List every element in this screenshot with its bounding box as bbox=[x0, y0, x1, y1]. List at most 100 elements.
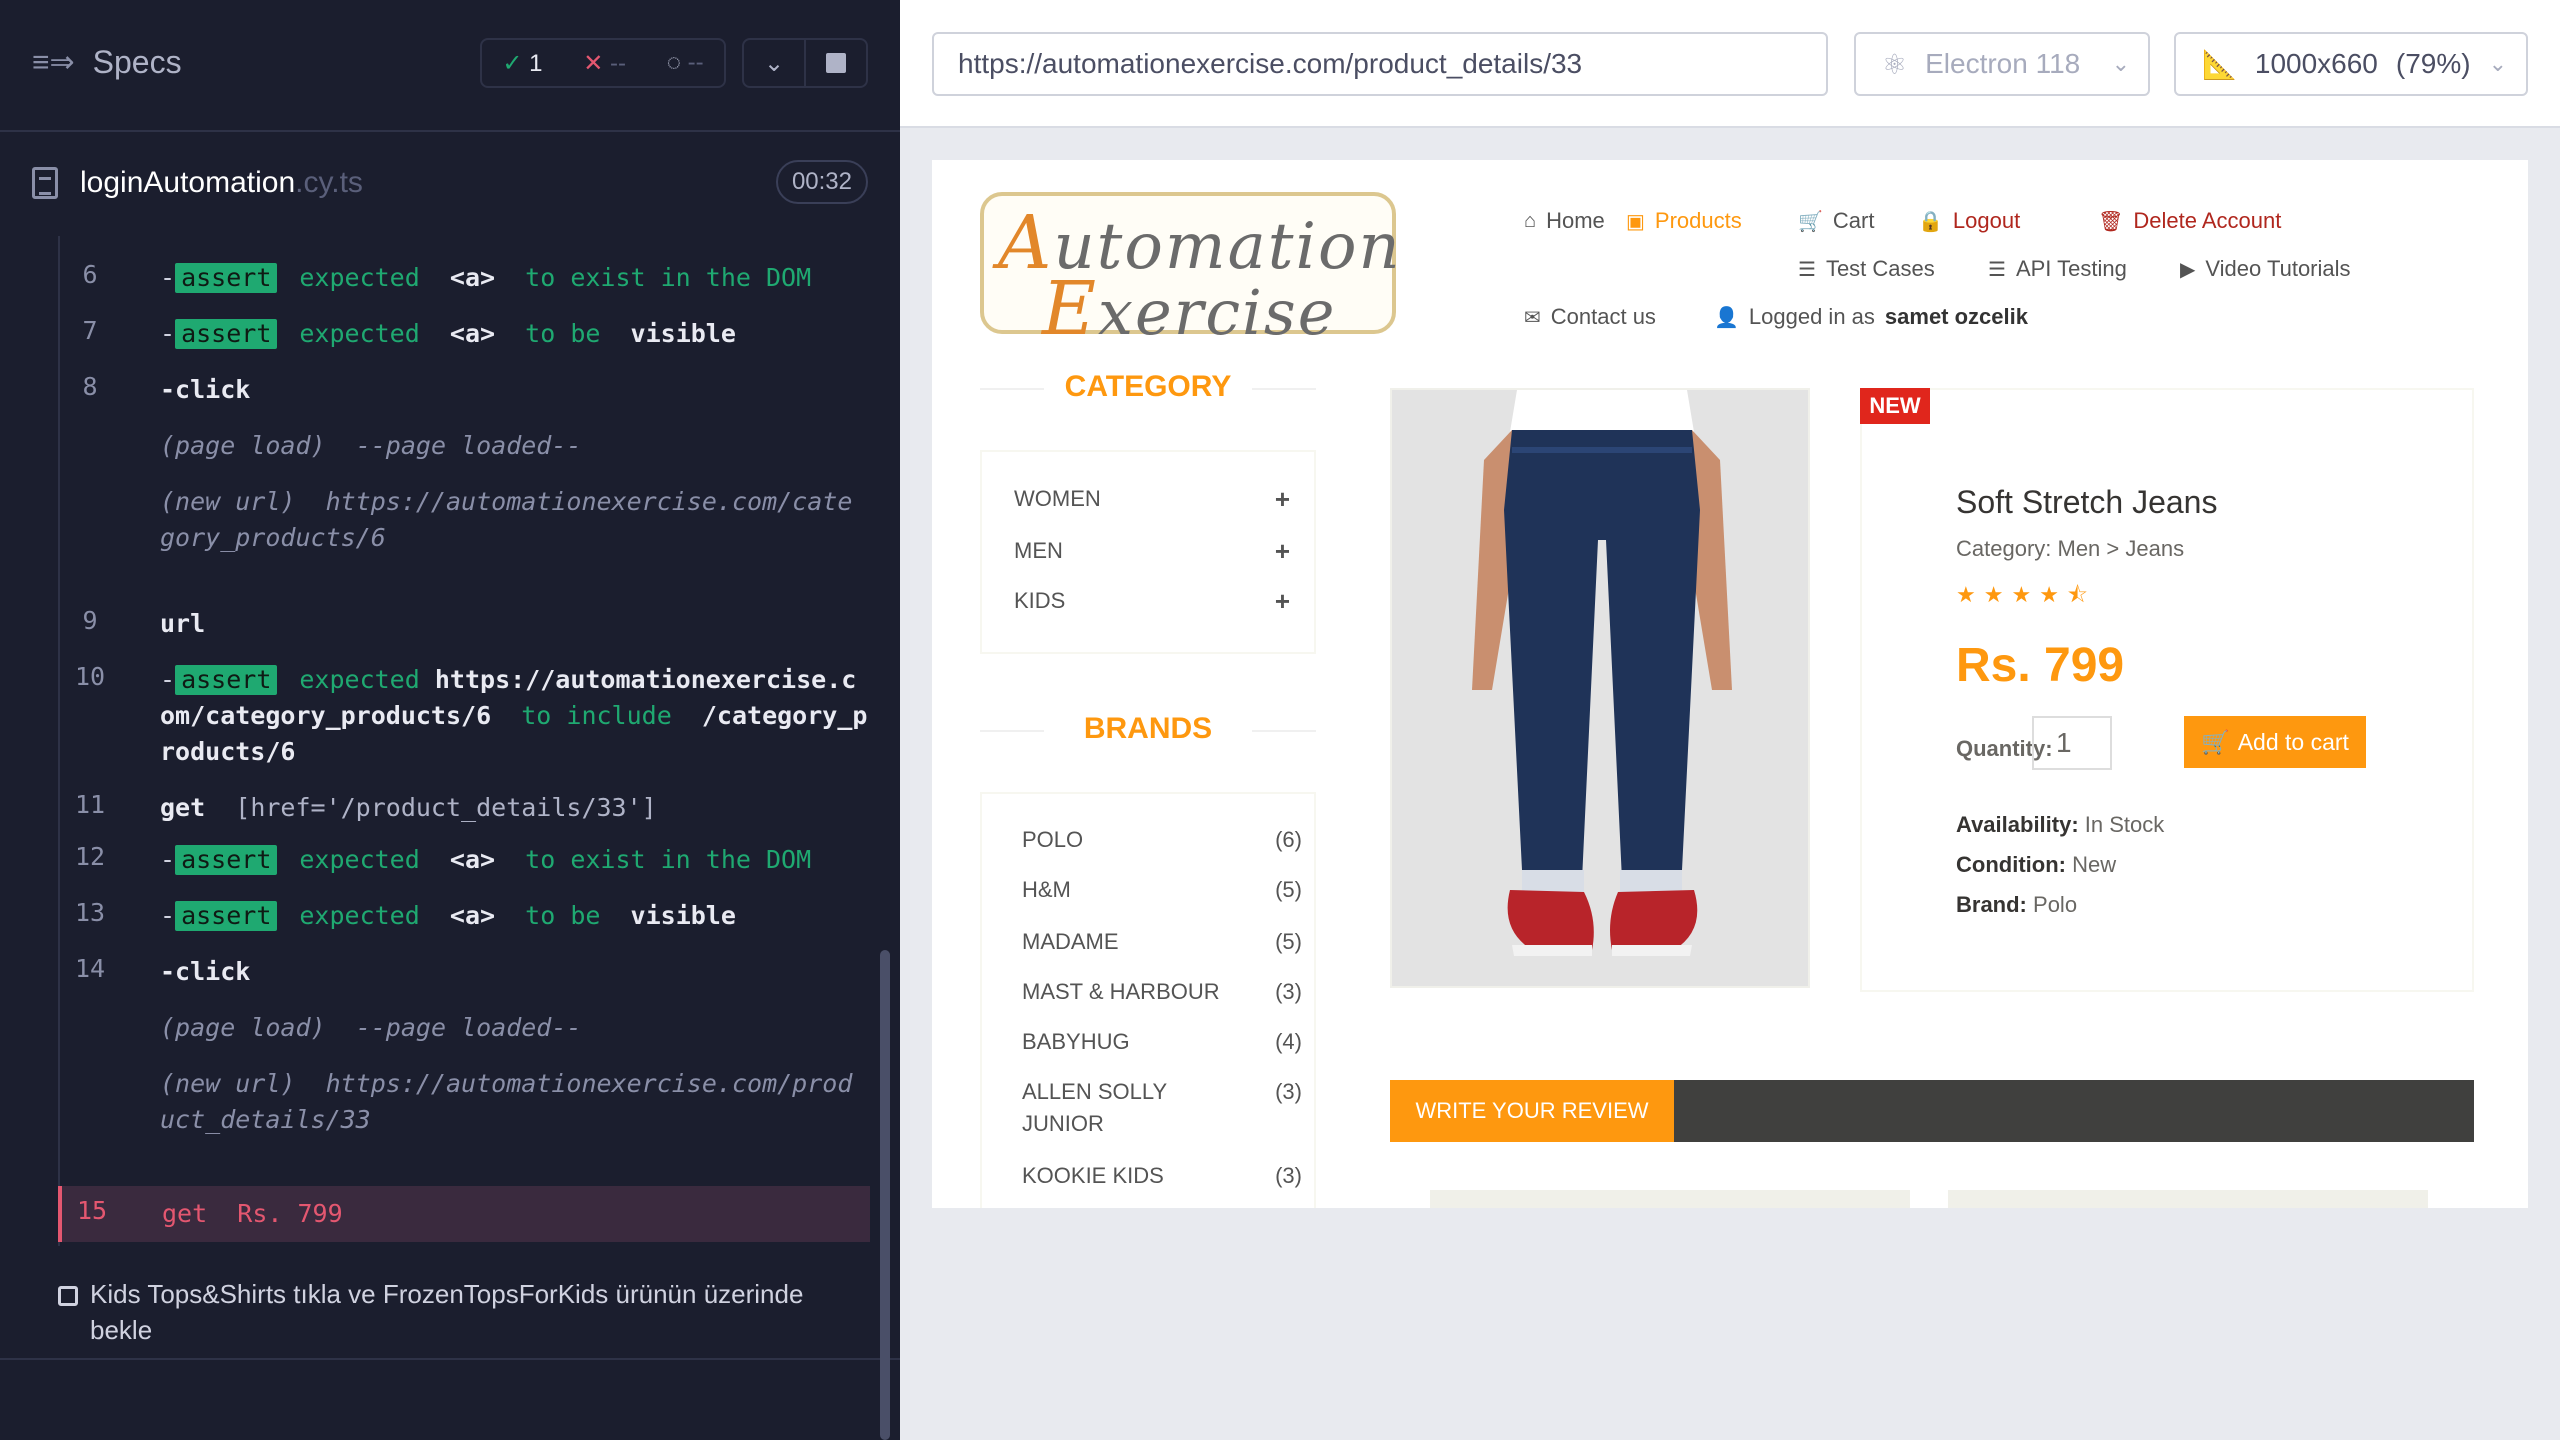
url-bar[interactable]: https://automationexercise.com/product_d… bbox=[932, 32, 1828, 96]
passed-stat: ✓ 1 bbox=[502, 49, 543, 77]
quantity-input[interactable]: 1 bbox=[2032, 716, 2112, 770]
nav-api-testing[interactable]: ☰ API Testing bbox=[1988, 256, 2127, 282]
star-icon: ★ bbox=[2039, 582, 2067, 607]
file-icon bbox=[32, 167, 58, 199]
cart-icon: 🛒 bbox=[1798, 210, 1823, 233]
assert-tag: assert bbox=[175, 665, 278, 695]
nav-test-cases[interactable]: ☰ Test Cases bbox=[1798, 256, 1935, 282]
product-category: Category: Men > Jeans bbox=[1956, 536, 2185, 561]
condition: Condition: New bbox=[1956, 852, 2117, 877]
specs-toggle[interactable]: ≡⇒ Specs bbox=[32, 44, 182, 81]
product-image bbox=[1390, 388, 1810, 988]
x-icon: ✕ bbox=[583, 49, 604, 77]
youtube-icon: ▶ bbox=[2180, 258, 2196, 281]
chevron-down-icon: ⌄ bbox=[2488, 51, 2508, 76]
new-badge: NEW bbox=[1860, 388, 1930, 424]
spinner-icon: ◌ bbox=[666, 49, 681, 76]
nav-logged-in: 👤 Logged in as samet ozcelik bbox=[1714, 304, 2028, 329]
divider bbox=[0, 1358, 900, 1360]
stop-icon bbox=[826, 53, 846, 73]
list-icon: ☰ bbox=[1988, 258, 2006, 281]
brands-title: BRANDS bbox=[980, 712, 1316, 746]
spec-file-ext: .cy.ts bbox=[295, 166, 363, 199]
brand-item[interactable]: ALLEN SOLLY JUNIOR (3) bbox=[1022, 1076, 1302, 1140]
chevron-down-icon: ⌄ bbox=[763, 49, 785, 77]
assert-tag: assert bbox=[175, 901, 278, 931]
review-email-input[interactable] bbox=[1948, 1190, 2428, 1208]
category-kids[interactable]: KIDS + bbox=[1014, 586, 1290, 616]
review-name-input[interactable] bbox=[1430, 1190, 1910, 1208]
user-icon: 👤 bbox=[1714, 306, 1739, 329]
product-info-panel bbox=[1860, 388, 2474, 992]
next-test-row[interactable]: Kids Tops&Shirts tıkla ve FrozenTopsForK… bbox=[58, 1276, 858, 1348]
brand-item[interactable]: MADAME (5) bbox=[1022, 926, 1302, 958]
specs-label: Specs bbox=[92, 44, 182, 80]
app-preview: https://automationexercise.com/product_d… bbox=[900, 0, 2560, 1440]
scrollbar[interactable] bbox=[880, 950, 890, 1440]
command-log: 6 - assert expected <a> to exist in the DO… bbox=[58, 236, 870, 1246]
write-review-tab[interactable]: WRITE YOUR REVIEW bbox=[1390, 1080, 1674, 1142]
plus-icon: + bbox=[1274, 536, 1290, 566]
products-icon: ▣ bbox=[1626, 210, 1645, 233]
ruler-icon: 📐 bbox=[2202, 48, 2237, 80]
assert-tag: assert bbox=[175, 319, 278, 349]
site-logo[interactable]: Automation Exercise bbox=[980, 192, 1400, 352]
brand: Brand: Polo bbox=[1956, 892, 2078, 917]
brand-item[interactable]: KOOKIE KIDS (3) bbox=[1022, 1160, 1302, 1192]
nav-delete-account[interactable]: 🗑 Delete Account bbox=[2098, 208, 2281, 234]
product-name: Soft Stretch Jeans bbox=[1956, 484, 2218, 520]
category-panel: WOMEN + MEN + KIDS + bbox=[980, 450, 1316, 654]
star-icon: ★ bbox=[2011, 582, 2040, 607]
pending-test-icon bbox=[58, 1286, 78, 1306]
nav-cart[interactable]: 🛒 Cart bbox=[1798, 208, 1874, 234]
category-men[interactable]: MEN + bbox=[1014, 536, 1290, 566]
spec-file-row[interactable]: loginAutomation .cy.ts 00:32 bbox=[32, 158, 868, 208]
home-icon: ⌂ bbox=[1524, 209, 1537, 232]
test-stats: ✓ 1 ✕ -- ◌ -- bbox=[480, 38, 726, 88]
failed-stat: ✕ -- bbox=[583, 49, 626, 77]
review-tabs: WRITE YOUR REVIEW bbox=[1390, 1080, 2474, 1142]
preview-toolbar: https://automationexercise.com/product_d… bbox=[900, 0, 2560, 128]
electron-icon: ⚛ bbox=[1882, 48, 1908, 80]
nav-products[interactable]: ▣ Products bbox=[1626, 208, 1742, 234]
brand-item[interactable]: H&M (5) bbox=[1022, 874, 1302, 906]
nav-contact[interactable]: ✉ Contact us bbox=[1524, 304, 1656, 330]
nav-logout[interactable]: 🔒 Logout bbox=[1918, 208, 2020, 234]
list-icon: ☰ bbox=[1798, 258, 1816, 281]
cypress-reporter: ≡⇒ Specs ✓ 1 ✕ -- ◌ -- ⌄ loginAutomation… bbox=[0, 0, 900, 1440]
lock-icon: 🔒 bbox=[1918, 210, 1943, 233]
envelope-icon: ✉ bbox=[1524, 306, 1541, 329]
jeans-photo bbox=[1392, 390, 1808, 986]
reporter-controls: ⌄ bbox=[742, 38, 868, 88]
cart-icon: 🛒 bbox=[2201, 728, 2230, 755]
product-price: Rs. 799 bbox=[1956, 639, 2125, 692]
brand-item[interactable]: MAST & HARBOUR (3) bbox=[1022, 976, 1302, 1008]
browser-selector[interactable]: ⚛ Electron 118 ⌄ bbox=[1854, 32, 2150, 96]
availability: Availability: In Stock bbox=[1956, 812, 2165, 837]
assert-tag: assert bbox=[175, 263, 278, 293]
add-to-cart-button[interactable]: 🛒 Add to cart bbox=[2184, 716, 2366, 768]
plus-icon: + bbox=[1274, 586, 1290, 616]
reporter-header: ≡⇒ Specs ✓ 1 ✕ -- ◌ -- ⌄ bbox=[0, 0, 900, 132]
viewport-selector[interactable]: 📐 1000x660 (79%) ⌄ bbox=[2174, 32, 2528, 96]
nav-video-tutorials[interactable]: ▶ Video Tutorials bbox=[2180, 256, 2351, 282]
spec-file-name: loginAutomation bbox=[80, 166, 296, 199]
specs-list-icon: ≡⇒ bbox=[32, 46, 75, 79]
plus-icon: + bbox=[1274, 484, 1290, 514]
star-half-icon: ⯪ bbox=[2066, 582, 2096, 607]
rating-stars: ★★★★⯪ bbox=[1956, 578, 2096, 616]
test-title: Kids Tops&Shirts tıkla ve FrozenTopsForK… bbox=[90, 1279, 804, 1345]
category-women[interactable]: WOMEN + bbox=[1014, 484, 1290, 514]
assert-tag: assert bbox=[175, 845, 278, 875]
nav-home[interactable]: ⌂ Home bbox=[1524, 208, 1605, 234]
stop-button[interactable] bbox=[806, 40, 866, 86]
brand-item[interactable]: POLO (6) bbox=[1022, 824, 1302, 856]
star-icon: ★ bbox=[1956, 582, 1984, 607]
spec-duration: 00:32 bbox=[775, 160, 868, 204]
site-frame: Automation Exercise ⌂ Home ▣ Products 🛒 Car… bbox=[932, 160, 2528, 1208]
star-icon: ★ bbox=[1983, 582, 2012, 607]
active-command-row[interactable]: 15 get Rs. 799 bbox=[58, 1186, 870, 1242]
expand-collapse-button[interactable]: ⌄ bbox=[744, 40, 806, 86]
category-title: CATEGORY bbox=[980, 370, 1316, 404]
brand-item[interactable]: BABYHUG (4) bbox=[1022, 1026, 1302, 1058]
